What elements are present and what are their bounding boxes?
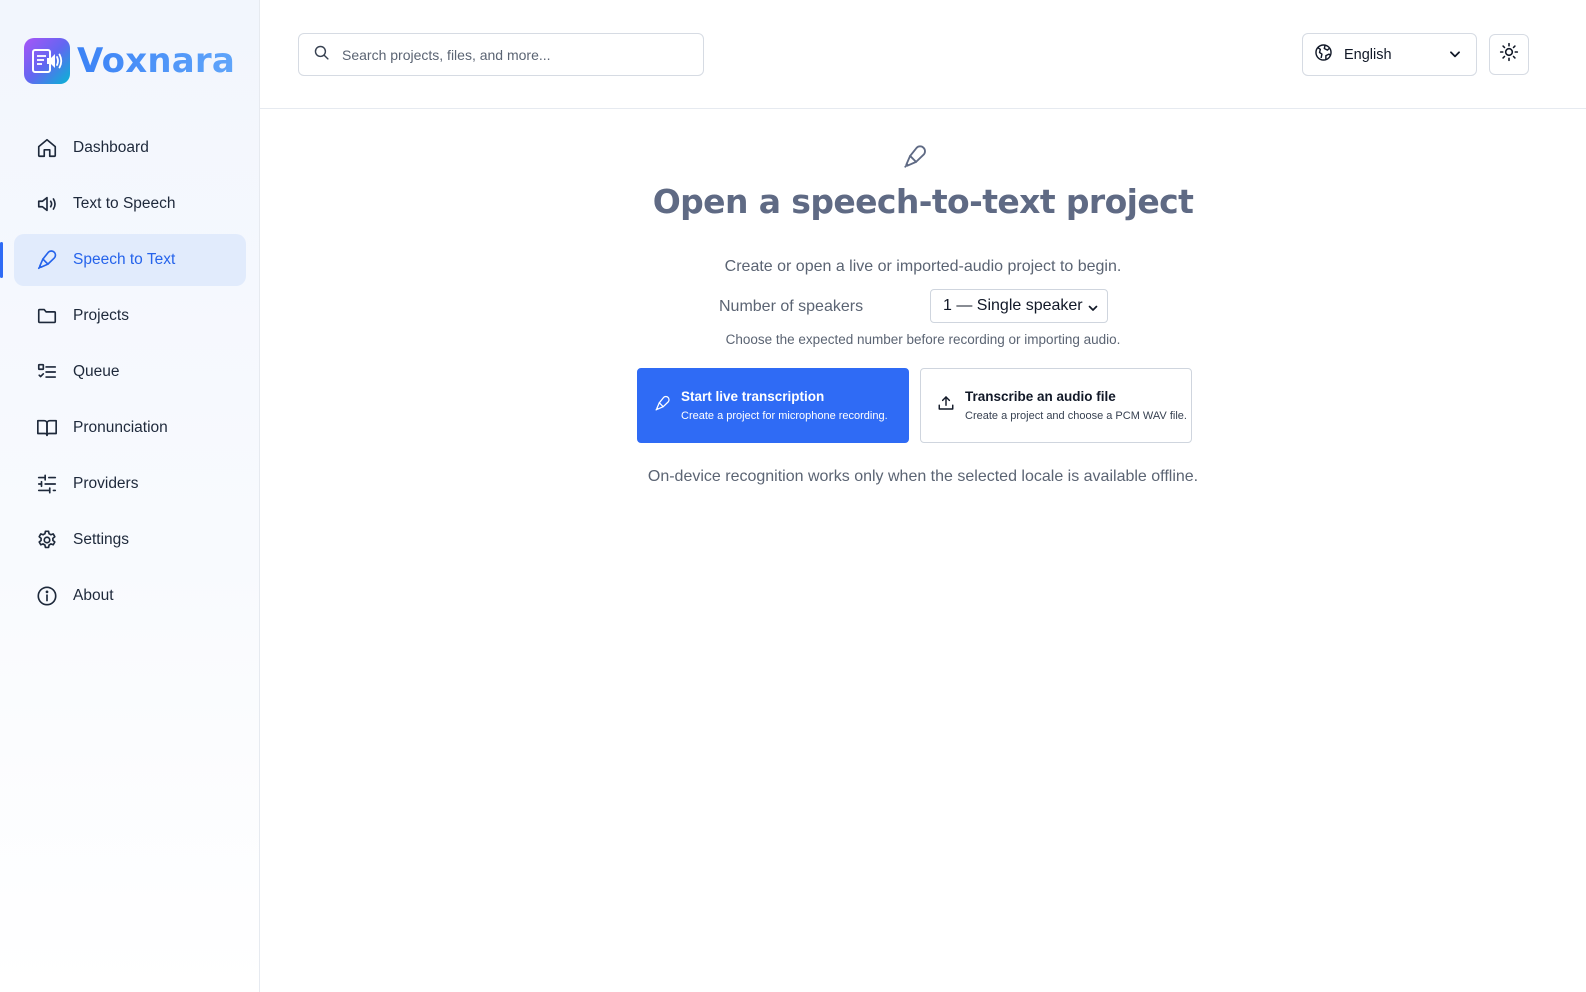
- microphone-icon: [654, 395, 671, 417]
- card-description: Create a project for microphone recordin…: [681, 410, 888, 422]
- speakers-hint: Choose the expected number before record…: [725, 332, 1121, 347]
- book-icon: [36, 417, 58, 439]
- main-content: Open a speech-to-text project Create or …: [260, 110, 1586, 992]
- sidebar-item-queue[interactable]: Queue: [14, 346, 246, 398]
- card-title: Start live transcription: [681, 389, 825, 404]
- offline-note: On-device recognition works only when th…: [647, 468, 1199, 485]
- sidebar-item-label: Queue: [73, 363, 120, 380]
- sliders-icon: [36, 473, 58, 495]
- search-icon: [313, 44, 330, 66]
- folder-icon: [36, 305, 58, 327]
- sidebar-item-projects[interactable]: Projects: [14, 290, 246, 342]
- sidebar-item-label: Pronunciation: [73, 419, 168, 436]
- top-bar: English: [260, 0, 1586, 109]
- language-label: English: [1344, 46, 1392, 63]
- logo-icon: [24, 38, 70, 84]
- sidebar-item-speech-to-text[interactable]: Speech to Text: [0, 234, 246, 286]
- sun-icon: [1499, 42, 1519, 67]
- list-check-icon: [36, 361, 58, 383]
- language-select[interactable]: English: [1302, 33, 1477, 76]
- info-icon: [36, 585, 58, 607]
- globe-icon: [1314, 43, 1333, 67]
- speakers-label: Number of speakers: [719, 298, 864, 315]
- sidebar-item-label: Dashboard: [73, 139, 149, 156]
- speakers-field: Number of speakers 1 — Single speaker: [719, 289, 1109, 323]
- page-subtitle: Create or open a live or imported-audio …: [724, 258, 1122, 275]
- sidebar-item-about[interactable]: About: [14, 570, 246, 622]
- page-title: Open a speech-to-text project: [652, 182, 1194, 221]
- sidebar-item-label: Projects: [73, 307, 129, 324]
- speakers-selected-value: 1 — Single speaker: [943, 297, 1083, 314]
- microphone-icon: [902, 143, 928, 176]
- microphone-icon: [36, 249, 58, 271]
- chevron-down-icon: [1448, 47, 1462, 66]
- upload-icon: [937, 394, 955, 417]
- app-name: Voxnara: [77, 41, 236, 81]
- sidebar-item-settings[interactable]: Settings: [14, 514, 246, 566]
- card-title: Transcribe an audio file: [965, 389, 1116, 404]
- sidebar-item-label: About: [73, 587, 114, 604]
- search-box[interactable]: [298, 33, 704, 76]
- theme-toggle-button[interactable]: [1489, 34, 1529, 75]
- app-logo[interactable]: Voxnara: [24, 38, 235, 84]
- home-icon: [36, 137, 58, 159]
- sidebar-item-label: Settings: [73, 531, 130, 548]
- start-live-transcription-button[interactable]: Start live transcription Create a projec…: [637, 368, 909, 443]
- sidebar-item-label: Text to Speech: [73, 195, 176, 212]
- speaker-icon: [36, 193, 58, 215]
- chevron-down-icon: [1087, 301, 1099, 319]
- speakers-select[interactable]: 1 — Single speaker: [930, 289, 1108, 323]
- sidebar-item-providers[interactable]: Providers: [14, 458, 246, 510]
- card-description: Create a project and choose a PCM WAV fi…: [965, 410, 1187, 422]
- sidebar-item-label: Speech to Text: [73, 251, 176, 268]
- sidebar-item-dashboard[interactable]: Dashboard: [14, 122, 246, 174]
- gear-icon: [36, 529, 58, 551]
- sidebar-item-pronunciation[interactable]: Pronunciation: [14, 402, 246, 454]
- sidebar-item-label: Providers: [73, 475, 139, 492]
- sidebar: Voxnara Dashboard Text to Speech Speech …: [0, 0, 260, 992]
- sidebar-nav: Dashboard Text to Speech Speech to Text …: [0, 122, 246, 626]
- search-input[interactable]: [342, 46, 682, 63]
- sidebar-item-text-to-speech[interactable]: Text to Speech: [14, 178, 246, 230]
- transcribe-audio-file-button[interactable]: Transcribe an audio file Create a projec…: [920, 368, 1192, 443]
